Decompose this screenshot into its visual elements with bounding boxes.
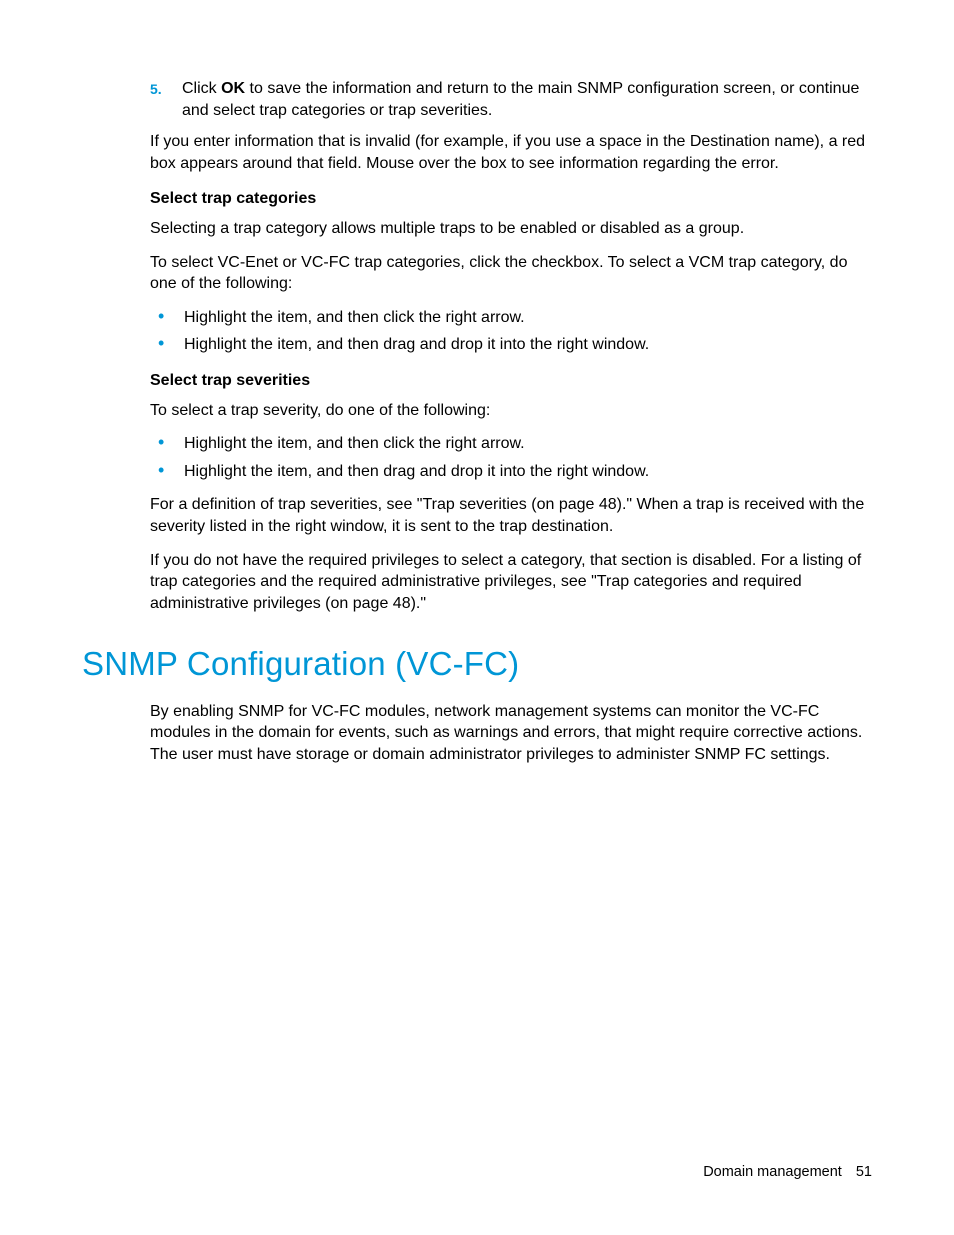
page-footer: Domain management 51 xyxy=(703,1163,872,1183)
step-5: 5. Click OK to save the information and … xyxy=(150,78,872,121)
step-body: Click OK to save the information and ret… xyxy=(182,78,872,121)
footer-page-number: 51 xyxy=(856,1164,872,1180)
subheading-trap-severities: Select trap severities xyxy=(150,370,872,392)
bullet-list: Highlight the item, and then click the r… xyxy=(150,433,872,482)
step-text-suffix: to save the information and return to th… xyxy=(182,80,859,119)
page: 5. Click OK to save the information and … xyxy=(0,0,954,1235)
content-column: By enabling SNMP for VC-FC modules, netw… xyxy=(150,701,872,766)
paragraph: If you do not have the required privileg… xyxy=(150,550,872,615)
section-title: SNMP Configuration (VC-FC) xyxy=(82,642,872,687)
paragraph: Selecting a trap category allows multipl… xyxy=(150,218,872,240)
paragraph: To select a trap severity, do one of the… xyxy=(150,400,872,422)
paragraph: To select VC-Enet or VC-FC trap categori… xyxy=(150,252,872,295)
step-text-bold: OK xyxy=(221,80,245,97)
list-item: Highlight the item, and then drag and dr… xyxy=(150,461,872,483)
step-text-prefix: Click xyxy=(182,80,221,97)
footer-label: Domain management xyxy=(703,1164,842,1180)
step-number: 5. xyxy=(150,78,182,121)
list-item: Highlight the item, and then click the r… xyxy=(150,433,872,455)
section-body: By enabling SNMP for VC-FC modules, netw… xyxy=(150,701,872,766)
paragraph-invalid-info: If you enter information that is invalid… xyxy=(150,131,872,174)
content-column: 5. Click OK to save the information and … xyxy=(150,78,872,121)
list-item: Highlight the item, and then click the r… xyxy=(150,307,872,329)
list-item: Highlight the item, and then drag and dr… xyxy=(150,334,872,356)
content-column: If you enter information that is invalid… xyxy=(150,131,872,614)
bullet-list: Highlight the item, and then click the r… xyxy=(150,307,872,356)
subheading-trap-categories: Select trap categories xyxy=(150,188,872,210)
paragraph: For a definition of trap severities, see… xyxy=(150,494,872,537)
